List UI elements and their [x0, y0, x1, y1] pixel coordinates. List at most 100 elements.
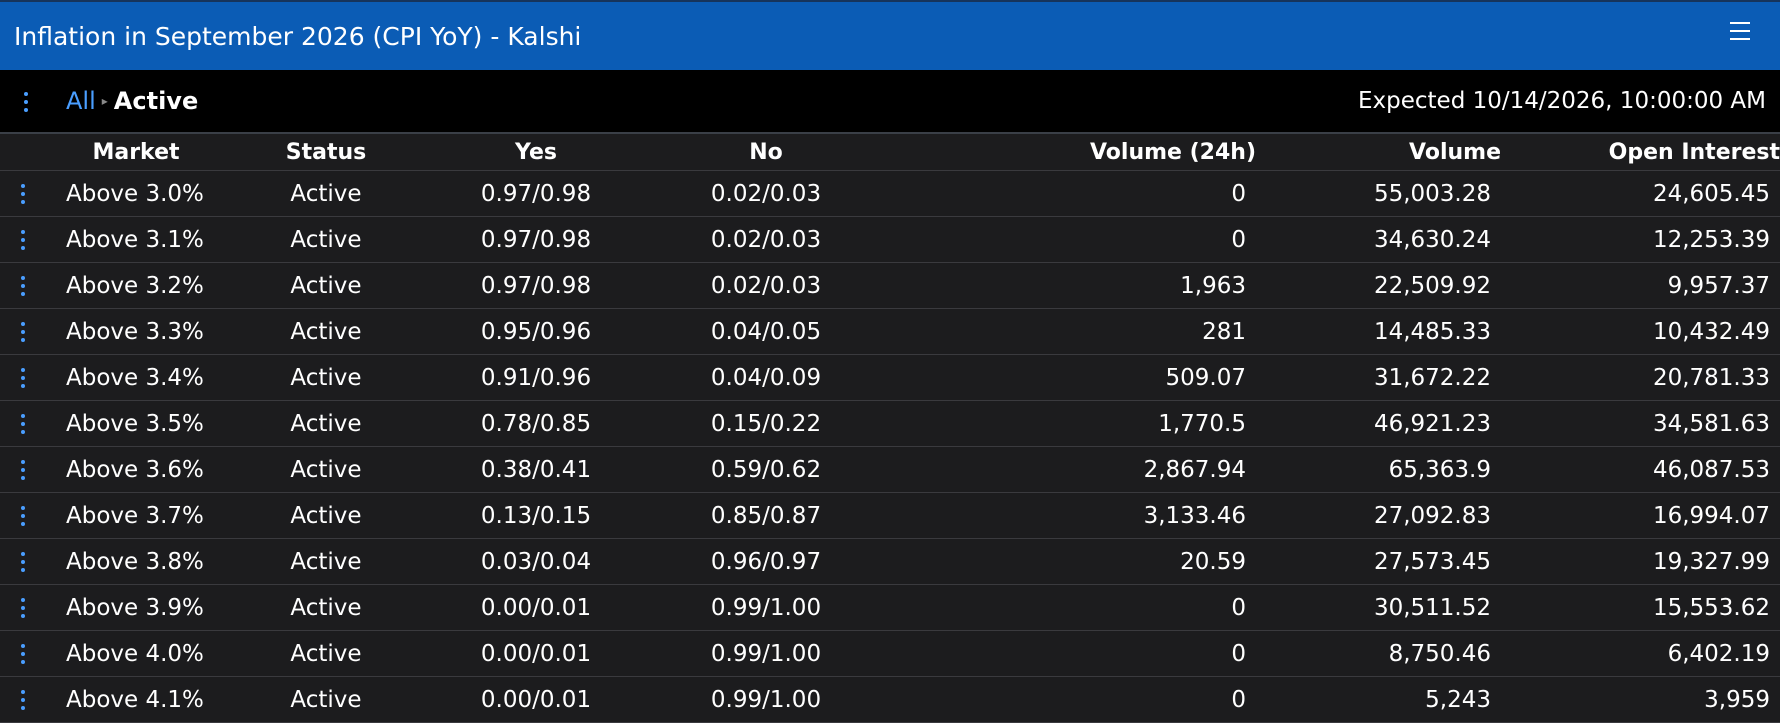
kebab-menu-icon[interactable] [21, 229, 25, 250]
kebab-menu-icon[interactable] [21, 551, 25, 572]
cell-market[interactable]: Above 3.8% [46, 538, 226, 585]
cell-no: 0.99/1.00 [646, 676, 886, 723]
column-header-open-interest[interactable]: Open Interest [1501, 134, 1780, 171]
cell-status: Active [226, 170, 426, 217]
cell-market[interactable]: Above 3.0% [46, 170, 226, 217]
row-menu-cell [0, 446, 46, 493]
kebab-menu-icon[interactable] [21, 505, 25, 526]
cell-open-interest: 24,605.45 [1501, 170, 1780, 217]
breadcrumb-bar: All ▸ Active Expected 10/14/2026, 10:00:… [0, 70, 1780, 134]
table-row[interactable]: Above 3.4% Active 0.91/0.96 0.04/0.09 509.07… [0, 354, 1780, 401]
column-header-market[interactable]: Market [46, 134, 226, 171]
row-menu-cell [0, 676, 46, 723]
cell-yes: 0.97/0.98 [426, 216, 646, 263]
cell-volume-24h: 2,867.94 [886, 446, 1256, 493]
kebab-menu-icon[interactable] [21, 275, 25, 296]
table-row[interactable]: Above 4.1% Active 0.00/0.01 0.99/1.00 0 5,243… [0, 676, 1780, 723]
cell-market[interactable]: Above 3.6% [46, 446, 226, 493]
cell-status: Active [226, 676, 426, 723]
cell-market[interactable]: Above 3.7% [46, 492, 226, 539]
markets-table: Market Status Yes No Volume (24h) Volume… [0, 134, 1780, 723]
cell-status: Active [226, 262, 426, 309]
table-row[interactable]: Above 3.5% Active 0.78/0.85 0.15/0.22 1,770.… [0, 400, 1780, 447]
row-menu-cell [0, 308, 46, 355]
row-menu-cell [0, 262, 46, 309]
breadcrumb-separator-icon: ▸ [101, 94, 108, 108]
cell-status: Active [226, 446, 426, 493]
cell-no: 0.85/0.87 [646, 492, 886, 539]
cell-status: Active [226, 400, 426, 447]
cell-volume-24h: 20.59 [886, 538, 1256, 585]
cell-market[interactable]: Above 3.3% [46, 308, 226, 355]
kebab-menu-icon[interactable] [24, 92, 28, 112]
column-header-volume-24h[interactable]: Volume (24h) [886, 134, 1256, 171]
window-title: Inflation in September 2026 (CPI YoY) - … [14, 21, 582, 51]
cell-open-interest: 15,553.62 [1501, 584, 1780, 631]
column-header-volume[interactable]: Volume [1256, 134, 1501, 171]
kebab-menu-icon[interactable] [21, 643, 25, 664]
column-header-status[interactable]: Status [226, 134, 426, 171]
row-menu-cell [0, 584, 46, 631]
cell-no: 0.99/1.00 [646, 630, 886, 677]
table-row[interactable]: Above 4.0% Active 0.00/0.01 0.99/1.00 0 8,750… [0, 630, 1780, 677]
table-row[interactable]: Above 3.9% Active 0.00/0.01 0.99/1.00 0 30,51… [0, 584, 1780, 631]
cell-status: Active [226, 584, 426, 631]
kebab-menu-icon[interactable] [21, 597, 25, 618]
kebab-menu-icon[interactable] [21, 413, 25, 434]
cell-status: Active [226, 308, 426, 355]
cell-open-interest: 20,781.33 [1501, 354, 1780, 401]
kebab-menu-icon[interactable] [21, 321, 25, 342]
hamburger-menu-icon[interactable] [1730, 22, 1750, 40]
table-row[interactable]: Above 3.0% Active 0.97/0.98 0.02/0.03 0 55,00… [0, 170, 1780, 217]
breadcrumb-current: Active [113, 87, 199, 115]
table-row[interactable]: Above 3.8% Active 0.03/0.04 0.96/0.97 20.59 2… [0, 538, 1780, 585]
row-menu-cell [0, 170, 46, 217]
cell-open-interest: 3,959 [1501, 676, 1780, 723]
cell-no: 0.04/0.05 [646, 308, 886, 355]
cell-yes: 0.97/0.98 [426, 170, 646, 217]
cell-volume: 5,243 [1256, 676, 1501, 723]
cell-volume: 34,630.24 [1256, 216, 1501, 263]
cell-open-interest: 12,253.39 [1501, 216, 1780, 263]
kebab-menu-icon[interactable] [21, 459, 25, 480]
cell-volume-24h: 1,770.5 [886, 400, 1256, 447]
table-row[interactable]: Above 3.7% Active 0.13/0.15 0.85/0.87 3,133.… [0, 492, 1780, 539]
cell-market[interactable]: Above 4.0% [46, 630, 226, 677]
cell-market[interactable]: Above 3.4% [46, 354, 226, 401]
cell-volume: 55,003.28 [1256, 170, 1501, 217]
kebab-menu-icon[interactable] [21, 367, 25, 388]
breadcrumb-all-link[interactable]: All [66, 87, 96, 115]
kebab-menu-icon[interactable] [21, 689, 25, 710]
cell-yes: 0.00/0.01 [426, 676, 646, 723]
cell-volume: 65,363.9 [1256, 446, 1501, 493]
cell-market[interactable]: Above 3.1% [46, 216, 226, 263]
cell-volume-24h: 1,963 [886, 262, 1256, 309]
cell-market[interactable]: Above 4.1% [46, 676, 226, 723]
column-header-yes[interactable]: Yes [426, 134, 646, 171]
row-menu-cell [0, 492, 46, 539]
row-menu-cell [0, 400, 46, 447]
table-row[interactable]: Above 3.6% Active 0.38/0.41 0.59/0.62 2,867.… [0, 446, 1780, 493]
row-menu-cell [0, 354, 46, 401]
cell-no: 0.02/0.03 [646, 170, 886, 217]
table-row[interactable]: Above 3.1% Active 0.97/0.98 0.02/0.03 0 34,63… [0, 216, 1780, 263]
kebab-menu-icon[interactable] [21, 183, 25, 204]
cell-market[interactable]: Above 3.9% [46, 584, 226, 631]
cell-yes: 0.95/0.96 [426, 308, 646, 355]
cell-volume: 8,750.46 [1256, 630, 1501, 677]
row-menu-cell [0, 216, 46, 263]
cell-market[interactable]: Above 3.5% [46, 400, 226, 447]
cell-volume-24h: 281 [886, 308, 1256, 355]
cell-no: 0.15/0.22 [646, 400, 886, 447]
cell-yes: 0.91/0.96 [426, 354, 646, 401]
table-row[interactable]: Above 3.3% Active 0.95/0.96 0.04/0.05 281 14,… [0, 308, 1780, 355]
cell-open-interest: 34,581.63 [1501, 400, 1780, 447]
cell-volume: 22,509.92 [1256, 262, 1501, 309]
table-row[interactable]: Above 3.2% Active 0.97/0.98 0.02/0.03 1,963 2… [0, 262, 1780, 309]
cell-volume-24h: 0 [886, 630, 1256, 677]
column-header-no[interactable]: No [646, 134, 886, 171]
cell-volume: 31,672.22 [1256, 354, 1501, 401]
cell-market[interactable]: Above 3.2% [46, 262, 226, 309]
cell-volume-24h: 0 [886, 676, 1256, 723]
title-bar: Inflation in September 2026 (CPI YoY) - … [0, 0, 1780, 70]
